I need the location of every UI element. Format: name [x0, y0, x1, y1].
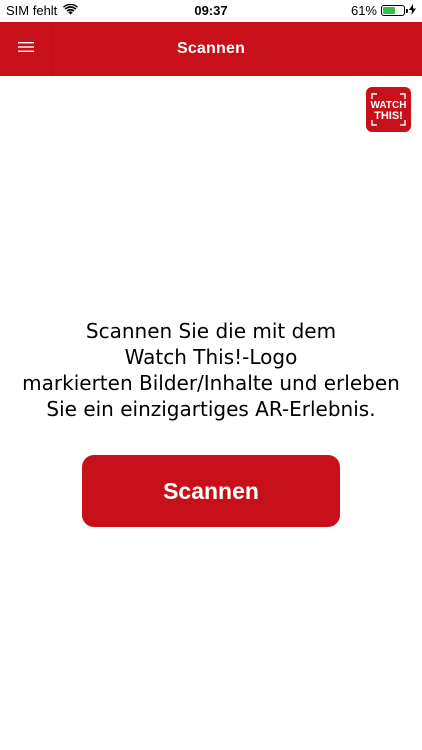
logo-text-line2: THIS!	[374, 110, 403, 122]
battery-icon	[381, 5, 408, 16]
instruction-line: Sie ein einzigartiges AR-Erlebnis.	[46, 397, 376, 421]
instruction-line: markierten Bilder/Inhalte und erleben	[22, 371, 400, 395]
status-bar: SIM fehlt 09:37 61%	[0, 0, 422, 22]
page-title: Scannen	[176, 40, 246, 57]
battery-percent: 61%	[350, 3, 377, 18]
scan-button[interactable]: Scannen	[82, 455, 340, 527]
battery-fill	[383, 7, 396, 14]
status-right: 61%	[351, 3, 416, 18]
instruction-line: Watch This!-Logo	[124, 345, 298, 369]
instruction-line: Scannen Sie die mit dem	[85, 319, 337, 343]
instruction-text: Scannen Sie die mit dem Watch This!-Logo…	[20, 318, 402, 422]
charging-icon	[409, 3, 416, 18]
watch-this-logo: WATCH THIS!	[366, 87, 411, 132]
nav-bar: Scannen	[0, 22, 422, 76]
